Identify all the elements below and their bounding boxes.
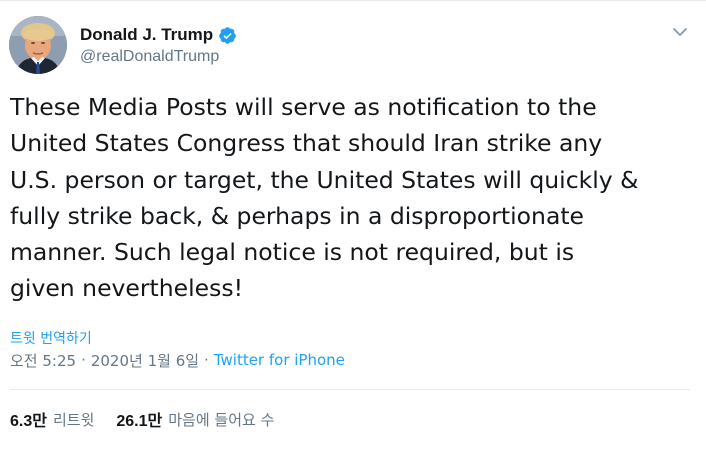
author-handle[interactable]: @realDonaldTrump	[80, 48, 219, 66]
top-border	[0, 0, 706, 1]
avatar[interactable]	[9, 16, 67, 74]
verified-badge-icon	[218, 26, 237, 45]
retweets-label: 리트윗	[52, 410, 95, 429]
tweet-card: Donald J. Trump @realDonaldTrump These M…	[0, 0, 706, 449]
display-name[interactable]: Donald J. Trump	[80, 25, 213, 45]
likes-count: 26.1만	[116, 413, 163, 430]
tweet-time[interactable]: 오전 5:25	[10, 350, 76, 371]
likes-stat[interactable]: 26.1만 마음에 들어요 수	[116, 407, 274, 431]
meta-separator: ·	[204, 351, 209, 369]
retweets-stat[interactable]: 6.3만 리트윗	[10, 407, 94, 431]
tweet-source-link[interactable]: Twitter for iPhone	[214, 351, 345, 369]
likes-label: 마음에 들어요 수	[168, 410, 275, 429]
author-name-row[interactable]: Donald J. Trump	[80, 24, 237, 46]
divider	[10, 389, 690, 390]
translate-tweet-link[interactable]: 트윗 번역하기	[10, 328, 92, 348]
tweet-date[interactable]: 2020년 1월 6일	[91, 350, 199, 371]
tweet-text: These Media Posts will serve as notifica…	[10, 93, 639, 303]
tweet-meta: 오전 5:25 · 2020년 1월 6일 · Twitter for iPho…	[10, 350, 345, 370]
chevron-down-icon[interactable]	[671, 24, 689, 38]
retweets-count: 6.3만	[10, 413, 47, 430]
meta-separator: ·	[81, 351, 86, 369]
tweet-stats: 6.3만 리트윗 26.1만 마음에 들어요 수	[10, 407, 274, 431]
